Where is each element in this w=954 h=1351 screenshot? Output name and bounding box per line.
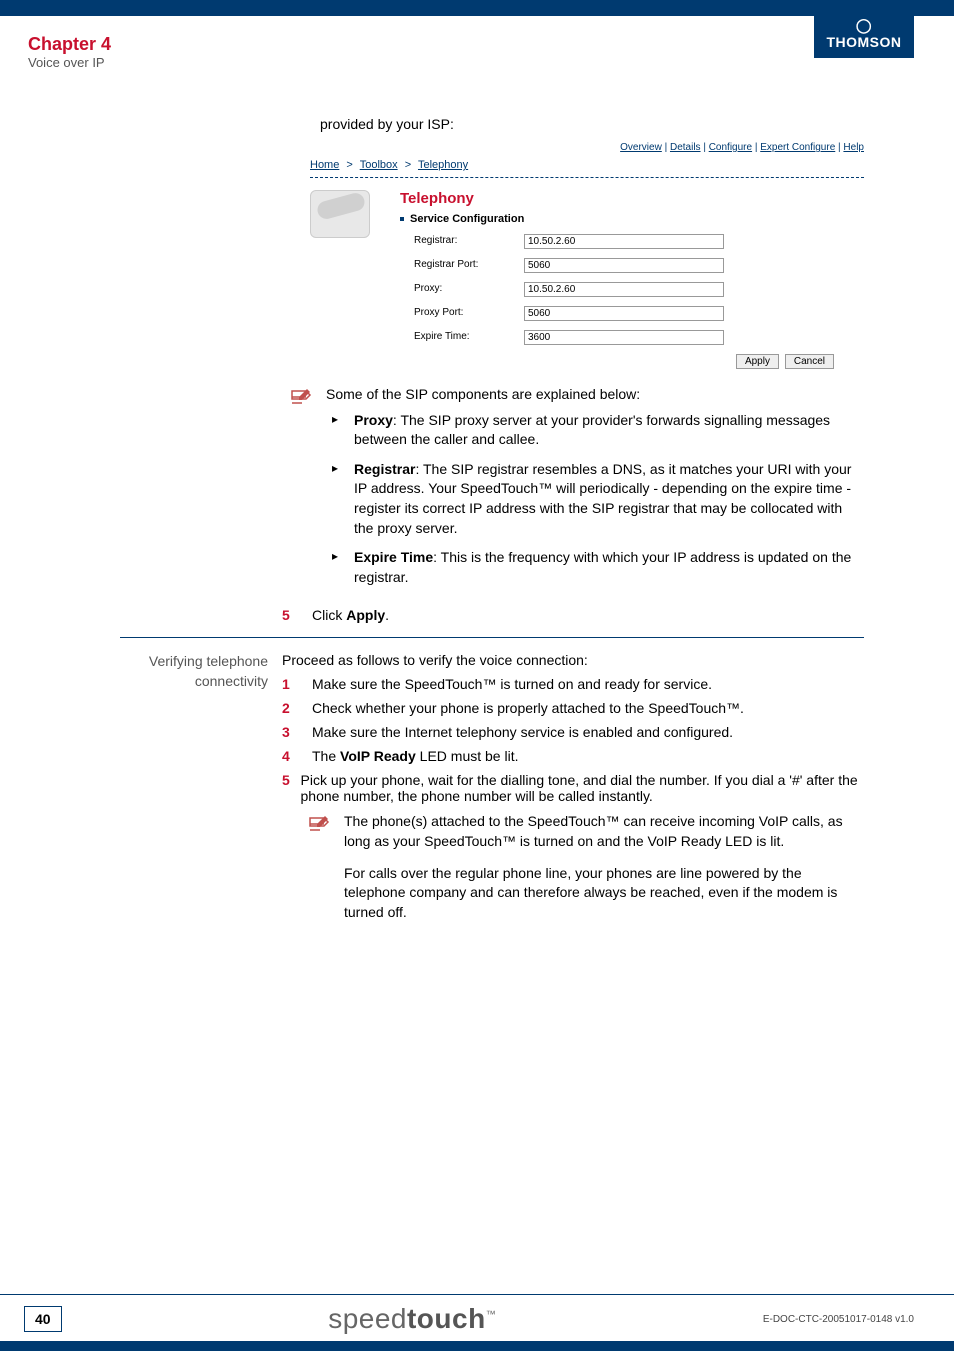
registrar-input[interactable] bbox=[524, 234, 724, 249]
crumb-home[interactable]: Home bbox=[310, 159, 339, 171]
nav-configure[interactable]: Configure bbox=[709, 142, 752, 153]
sip-item-expire: Expire Time: This is the frequency with … bbox=[326, 548, 864, 587]
sip-intro: Some of the SIP components are explained… bbox=[326, 385, 864, 405]
page-footer: 40 speedtouch™ E-DOC-CTC-20051017-0148 v… bbox=[0, 1294, 954, 1351]
proxy-input[interactable] bbox=[524, 282, 724, 297]
nav-help[interactable]: Help bbox=[843, 142, 864, 153]
step-5-click-apply: 5 Click Apply. bbox=[282, 607, 864, 623]
verify-step-2: 2 Check whether your phone is properly a… bbox=[282, 700, 864, 716]
tip-regular-line: For calls over the regular phone line, y… bbox=[344, 864, 864, 923]
verify-step-3: 3 Make sure the Internet telephony servi… bbox=[282, 724, 864, 740]
label-registrar-port: Registrar Port: bbox=[414, 259, 524, 270]
label-proxy-port: Proxy Port: bbox=[414, 307, 524, 318]
note-icon bbox=[290, 385, 314, 597]
nav-overview[interactable]: Overview bbox=[620, 142, 662, 153]
top-strip bbox=[0, 0, 954, 16]
verify-heading: Verifying telephone connectivity bbox=[120, 652, 282, 922]
tip-voip-calls: The phone(s) attached to the SpeedTouch™… bbox=[344, 812, 864, 851]
expire-time-input[interactable] bbox=[524, 330, 724, 345]
verify-intro: Proceed as follows to verify the voice c… bbox=[282, 652, 864, 668]
verify-step-5: 5 Pick up your phone, wait for the diall… bbox=[282, 772, 864, 804]
label-expire-time: Expire Time: bbox=[414, 331, 524, 342]
label-proxy: Proxy: bbox=[414, 283, 524, 294]
sip-item-proxy: Proxy: The SIP proxy server at your prov… bbox=[326, 411, 864, 450]
speedtouch-logo: speedtouch™ bbox=[328, 1303, 496, 1335]
chapter-title: Chapter 4 bbox=[28, 34, 111, 55]
label-registrar: Registrar: bbox=[414, 235, 524, 246]
thomson-logo-icon: ◯ bbox=[824, 18, 904, 32]
telephony-config-screenshot: Overview | Details | Configure | Expert … bbox=[310, 142, 864, 369]
apply-button[interactable]: Apply bbox=[736, 354, 779, 369]
verify-step-1: 1 Make sure the SpeedTouch™ is turned on… bbox=[282, 676, 864, 692]
nav-expert-configure[interactable]: Expert Configure bbox=[760, 142, 835, 153]
page-number: 40 bbox=[24, 1306, 62, 1332]
chapter-subtitle: Voice over IP bbox=[28, 55, 111, 70]
thomson-brand-text: THOMSON bbox=[826, 34, 901, 50]
proxy-port-input[interactable] bbox=[524, 306, 724, 321]
tip-icon bbox=[308, 812, 332, 922]
sip-item-registrar: Registrar: The SIP registrar resembles a… bbox=[326, 460, 864, 538]
verify-step-4: 4 The VoIP Ready LED must be lit. bbox=[282, 748, 864, 764]
section-divider bbox=[120, 637, 864, 638]
section-title: Telephony bbox=[400, 190, 864, 207]
nav-details[interactable]: Details bbox=[670, 142, 701, 153]
ui-nav-links: Overview | Details | Configure | Expert … bbox=[310, 142, 864, 153]
crumb-toolbox[interactable]: Toolbox bbox=[360, 159, 398, 171]
intro-text: provided by your ISP: bbox=[320, 116, 864, 132]
document-id: E-DOC-CTC-20051017-0148 v1.0 bbox=[763, 1314, 914, 1325]
cancel-button[interactable]: Cancel bbox=[785, 354, 834, 369]
breadcrumb: Home > Toolbox > Telephony bbox=[310, 159, 864, 171]
thomson-logo: ◯ THOMSON bbox=[814, 16, 914, 58]
registrar-port-input[interactable] bbox=[524, 258, 724, 273]
service-config-heading: Service Configuration bbox=[400, 213, 864, 225]
telephony-icon bbox=[310, 190, 370, 238]
crumb-telephony[interactable]: Telephony bbox=[418, 159, 468, 171]
page-header: Chapter 4 Voice over IP ◯ THOMSON bbox=[0, 16, 954, 76]
